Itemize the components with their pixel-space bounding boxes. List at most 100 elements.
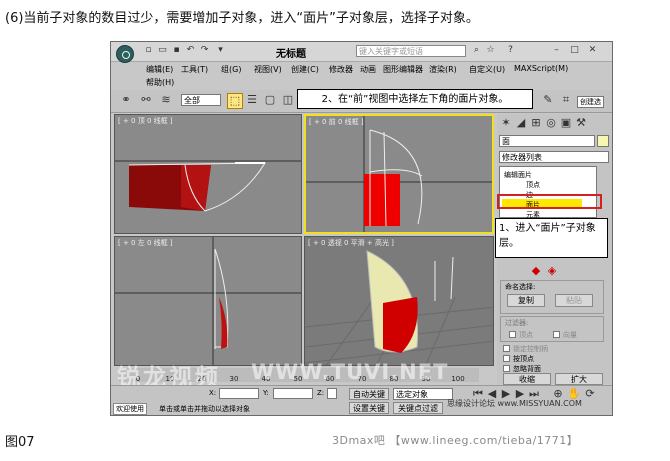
edit-named-sel-icon[interactable]: ⌗ — [559, 93, 573, 107]
hold-icon[interactable]: ▾ — [215, 45, 226, 56]
z-label: Z: — [317, 389, 325, 397]
lock-handles-checkbox[interactable] — [503, 345, 510, 352]
key-filters-button[interactable]: 关键点过滤器... — [393, 402, 443, 414]
tick-label: 100 — [451, 375, 465, 383]
x-label: X: — [209, 389, 217, 397]
menu-group[interactable]: 组(G) — [221, 64, 241, 75]
by-vertex-checkbox[interactable] — [503, 355, 510, 362]
menu-view[interactable]: 视图(V) — [254, 64, 282, 75]
menu-edit[interactable]: 编辑(E) — [146, 64, 173, 75]
top-view-geometry — [115, 160, 301, 212]
key-selection-dropdown[interactable]: 选定对象 — [393, 388, 453, 400]
menu-tools[interactable]: 工具(T) — [181, 64, 208, 75]
viewport-top[interactable]: [ + 0 顶 0 线框 ] — [114, 114, 302, 234]
callout-step-2: 2、在“前”视图中选择左下角的面片对象。 — [297, 89, 533, 109]
filter-vertex-checkbox[interactable] — [509, 331, 516, 338]
save-icon[interactable]: ▪ — [171, 45, 182, 56]
create-selection-set[interactable]: 创建选 — [577, 96, 604, 108]
viewport-perspective[interactable]: [ + 0 透视 0 平滑 + 高光 ] — [304, 236, 494, 366]
motion-tab-icon[interactable]: ◎ — [544, 116, 558, 130]
hierarchy-tab-icon[interactable]: ⊞ — [529, 116, 543, 130]
utilities-tab-icon[interactable]: ⚒ — [574, 116, 588, 130]
menu-animation[interactable]: 动画 — [360, 64, 376, 75]
create-tab-icon[interactable]: ✶ — [499, 116, 513, 130]
prompt-hint: 单击或单击并拖动以选择对象 — [159, 405, 250, 413]
binoculars-icon[interactable]: ⌕ — [471, 45, 482, 56]
left-view-geometry — [115, 237, 301, 365]
menu-customize[interactable]: 自定义(U) — [469, 64, 505, 75]
lock-handles-label: 锁定控制柄 — [513, 345, 548, 353]
filter-vertex-label: 顶点 — [519, 331, 533, 339]
z-coord-field[interactable] — [327, 388, 337, 399]
filter-group: 过滤器: 顶点 向量 — [500, 316, 604, 342]
set-key-button[interactable]: 设置关键点 — [349, 402, 389, 414]
undo-icon[interactable]: ↶ — [185, 45, 196, 56]
stack-item-vertex[interactable]: 顶点 — [526, 180, 540, 190]
element-sel-icon[interactable]: ◈ — [545, 264, 559, 278]
filter-vector-checkbox[interactable] — [553, 331, 560, 338]
star-icon[interactable]: ☆ — [485, 45, 496, 56]
modifier-stack: 编辑面片 顶点 边 面片 元素 — [499, 166, 597, 219]
grow-button[interactable]: 扩大 — [555, 373, 603, 385]
filter-title: 过滤器: — [505, 319, 529, 327]
ignore-backfacing-checkbox[interactable] — [503, 365, 510, 372]
by-vertex-label: 按顶点 — [513, 355, 534, 363]
watermark-site: WWW.TUVI.NET — [251, 360, 449, 384]
stack-root-edit-patch[interactable]: 编辑面片 — [504, 170, 532, 180]
modifier-list-dropdown[interactable]: 修改器列表 — [499, 151, 609, 163]
footer-credit: 3Dmax吧 【www.lineeg.com/tieba/1771】 — [332, 434, 579, 447]
callout-step-1: 1、进入“面片”子对象层。 — [495, 218, 608, 258]
link-icon[interactable]: ⚭ — [119, 93, 133, 107]
close-icon[interactable]: ✕ — [587, 45, 598, 56]
unlink-icon[interactable]: ⚯ — [139, 93, 153, 107]
menu-modifiers[interactable]: 修改器 — [329, 64, 353, 75]
bind-spacewarp-icon[interactable]: ≋ — [159, 93, 173, 107]
title-bar: ▫ ▭ ▪ ↶ ↷ ▾ 无标题 键入关键字或短语 ⌕ ☆ ? – □ ✕ — [111, 42, 612, 63]
app-logo-icon[interactable] — [116, 45, 134, 63]
tick-label: 30 — [229, 375, 239, 383]
site-credit: 思缘设计论坛 www.MISSYUAN.COM — [447, 399, 582, 408]
filter-vector-label: 向量 — [563, 331, 577, 339]
modify-tab-icon[interactable]: ◢ — [514, 116, 528, 130]
front-view-geometry — [306, 116, 492, 232]
display-tab-icon[interactable]: ▣ — [559, 116, 573, 130]
window-title: 无标题 — [276, 49, 306, 60]
select-by-name-icon[interactable]: ☰ — [245, 93, 259, 107]
patch-sel-icons[interactable]: ◆ — [529, 264, 543, 278]
object-name-field[interactable]: 面 — [499, 135, 595, 147]
orbit-icon[interactable]: ⟳ — [583, 387, 597, 401]
x-coord-field[interactable] — [219, 388, 259, 399]
menu-create[interactable]: 创建(C) — [291, 64, 319, 75]
help-icon[interactable]: ? — [505, 45, 516, 56]
minimize-icon[interactable]: – — [551, 45, 562, 56]
search-input[interactable]: 键入关键字或短语 — [356, 45, 466, 57]
maximize-icon[interactable]: □ — [569, 45, 580, 56]
selection-filter-dropdown[interactable]: 全部 — [181, 94, 221, 106]
step-caption: (6)当前子对象的数目过少，需要增加子对象，进入“面片”子对象层，选择子对象。 — [5, 11, 479, 26]
menu-maxscript[interactable]: MAXScript(M) — [514, 64, 568, 73]
named-selection-title: 命名选择: — [505, 283, 536, 291]
new-file-icon[interactable]: ▫ — [143, 45, 154, 56]
viewport-front[interactable]: [ + 0 前 0 线框 ] — [304, 114, 494, 234]
redo-icon[interactable]: ↷ — [199, 45, 210, 56]
menu-graph-editors[interactable]: 图形编辑器 — [383, 64, 423, 75]
y-label: Y: — [263, 389, 269, 397]
patch-level-highlight — [497, 194, 602, 209]
menu-help[interactable]: 帮助(H) — [146, 77, 174, 88]
snap-icon[interactable]: ✎ — [541, 93, 555, 107]
rect-region-icon[interactable]: ▢ — [263, 93, 277, 107]
open-folder-icon[interactable]: ▭ — [157, 45, 168, 56]
named-selection-group: 命名选择: 复制 粘贴 — [500, 280, 604, 314]
paste-button[interactable]: 粘贴 — [555, 294, 593, 307]
max-app-window: ▫ ▭ ▪ ↶ ↷ ▾ 无标题 键入关键字或短语 ⌕ ☆ ? – □ ✕ 编辑(… — [110, 41, 613, 416]
menu-rendering[interactable]: 渲染(R) — [429, 64, 457, 75]
select-object-icon[interactable]: ⬚ — [227, 93, 243, 109]
viewport-left[interactable]: [ + 0 左 0 线框 ] — [114, 236, 302, 366]
shrink-button[interactable]: 收缩 — [503, 373, 551, 385]
auto-key-button[interactable]: 自动关键点 — [349, 388, 389, 411]
copy-button[interactable]: 复制 — [507, 294, 545, 307]
y-coord-field[interactable] — [273, 388, 313, 399]
object-color-swatch[interactable] — [597, 135, 609, 147]
welcome-label: 欢迎使用 — [113, 403, 147, 415]
window-crossing-icon[interactable]: ◫ — [281, 93, 295, 107]
